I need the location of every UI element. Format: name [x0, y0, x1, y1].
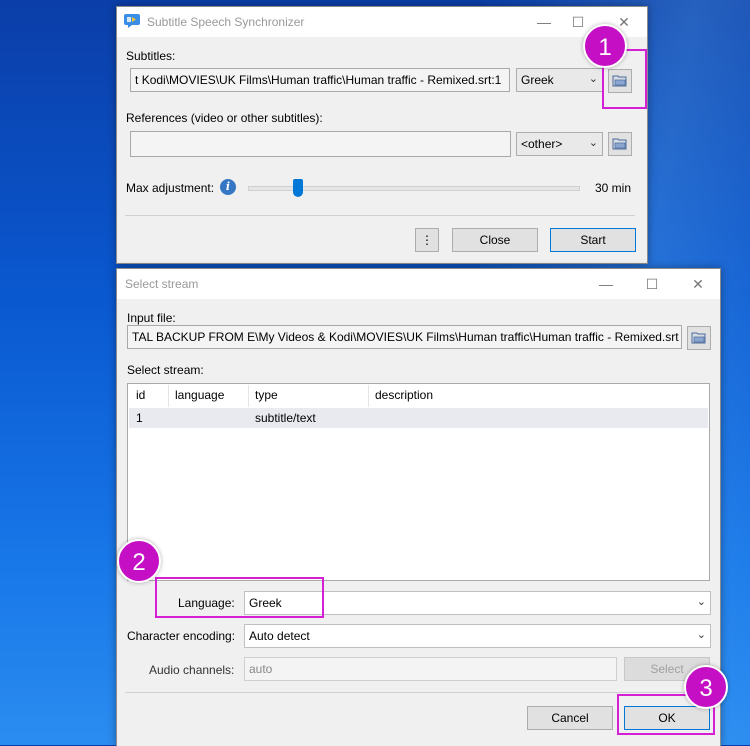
stream-window-title: Select stream	[125, 277, 199, 291]
folder-open-icon	[691, 332, 706, 344]
max-adjustment-label: Max adjustment:	[126, 181, 215, 195]
close-icon[interactable]: ✕	[689, 275, 707, 293]
references-open-file-button[interactable]	[608, 132, 632, 156]
maximize-icon[interactable]: ☐	[643, 275, 661, 293]
max-adjustment-slider[interactable]	[248, 179, 580, 197]
cancel-button[interactable]: Cancel	[527, 706, 613, 730]
encoding-select[interactable]: Auto detect ⌄	[244, 624, 711, 648]
step-badge-2: 2	[117, 539, 161, 583]
subtitles-path-field[interactable]: t Kodi\MOVIES\UK Films\Human traffic\Hum…	[130, 68, 510, 92]
references-language-value: <other>	[521, 137, 563, 151]
stream-titlebar[interactable]: Select stream — ☐ ✕	[117, 269, 720, 299]
chevron-down-icon: ⌄	[588, 137, 598, 149]
column-header-type[interactable]: type	[255, 388, 278, 402]
references-language-select[interactable]: <other> ⌄	[516, 132, 603, 156]
step-badge-3: 3	[684, 665, 728, 709]
subtitles-path-text: Kodi\MOVIES\UK Films\Human traffic\Human…	[141, 73, 502, 87]
sync-window-title: Subtitle Speech Synchronizer	[147, 15, 305, 29]
subtitles-path-prefix: t	[135, 73, 139, 87]
row-type: subtitle/text	[255, 411, 316, 425]
step-badge-1: 1	[583, 24, 627, 68]
column-divider	[168, 385, 169, 407]
minimize-icon[interactable]: —	[597, 275, 615, 293]
encoding-label: Character encoding:	[127, 629, 236, 643]
chevron-down-icon: ⌄	[588, 73, 598, 85]
chevron-down-icon: ⌄	[696, 596, 706, 608]
encoding-select-value: Auto detect	[249, 629, 310, 643]
column-header-id[interactable]: id	[136, 388, 145, 402]
chevron-down-icon: ⌄	[696, 629, 706, 641]
sync-separator	[125, 215, 635, 216]
references-label: References (video or other subtitles):	[126, 111, 323, 125]
sync-titlebar[interactable]: Subtitle Speech Synchronizer — ☐ ✕	[117, 7, 647, 37]
column-header-description[interactable]: description	[375, 388, 433, 402]
audio-channels-field[interactable]: auto	[244, 657, 617, 681]
input-file-label: Input file:	[127, 311, 176, 325]
slider-thumb[interactable]	[293, 179, 303, 197]
row-id: 1	[136, 411, 143, 425]
select-stream-window: Select stream — ☐ ✕ Input file: TAL BACK…	[116, 268, 721, 746]
audio-channels-label: Audio channels:	[149, 663, 235, 677]
subtitle-sync-window: Subtitle Speech Synchronizer — ☐ ✕ Subti…	[116, 6, 648, 264]
select-stream-label: Select stream:	[127, 363, 204, 377]
input-file-open-button[interactable]	[687, 326, 711, 350]
highlight-language	[155, 577, 324, 618]
stream-separator	[125, 692, 711, 693]
subtitles-language-value: Greek	[521, 73, 554, 87]
close-button[interactable]: Close	[452, 228, 538, 252]
start-button[interactable]: Start	[550, 228, 636, 252]
folder-open-icon	[612, 138, 627, 150]
column-header-language[interactable]: language	[175, 388, 224, 402]
column-divider	[368, 385, 369, 407]
app-icon	[124, 14, 140, 31]
maximize-icon[interactable]: ☐	[569, 13, 587, 31]
stream-table[interactable]: id language type description 1 subtitle/…	[127, 383, 710, 581]
minimize-icon[interactable]: —	[535, 13, 553, 31]
info-icon[interactable]: i	[220, 179, 236, 195]
more-options-button[interactable]: ⋮	[415, 228, 439, 252]
column-divider	[248, 385, 249, 407]
input-file-path-field[interactable]: TAL BACKUP FROM E\My Videos & Kodi\MOVIE…	[127, 325, 682, 349]
references-path-field[interactable]	[130, 131, 511, 157]
max-adjustment-value: 30 min	[595, 181, 632, 195]
subtitles-label: Subtitles:	[126, 49, 176, 63]
table-row[interactable]	[129, 408, 708, 428]
subtitles-language-select[interactable]: Greek ⌄	[516, 68, 603, 92]
